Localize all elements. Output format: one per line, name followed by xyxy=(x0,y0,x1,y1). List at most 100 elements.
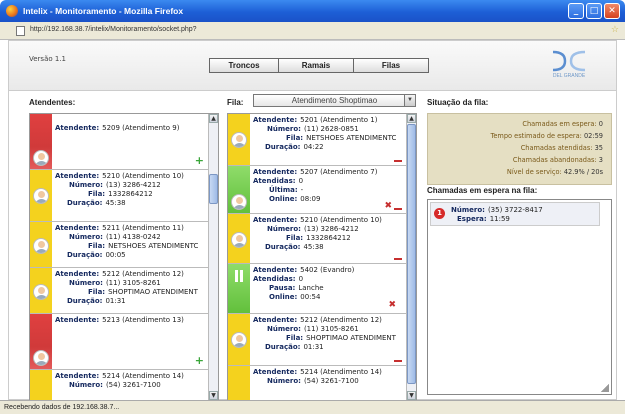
chevron-down-icon[interactable]: ▼ xyxy=(404,95,415,106)
stat-row: Tempo estimado de espera: 02:59 xyxy=(490,132,603,140)
scroll-up-icon[interactable]: ▲ xyxy=(407,114,416,123)
atendente-label: Atendente: xyxy=(55,316,100,324)
atendente-label: Atendente: xyxy=(253,266,298,274)
fila-scrollbar[interactable]: ▲ ▼ xyxy=(406,114,416,400)
ultima-label: Última: xyxy=(269,186,298,194)
fila-value: SHOPTIMAO ATENDIMENT xyxy=(306,334,396,342)
numero-value: (11) 3105-8261 xyxy=(105,279,161,287)
url-text[interactable]: http://192.168.38.7/intelix/Monitorament… xyxy=(30,26,197,33)
duracao-label: Duração: xyxy=(67,297,103,305)
numero-value: (11) 3105-8261 xyxy=(303,325,359,333)
atendente-label: Atendente: xyxy=(55,224,100,232)
bookmark-star-icon[interactable]: ☆ xyxy=(611,25,619,35)
remove-icon[interactable] xyxy=(394,360,402,362)
fila-value: NETSHOES ATENDIMENTC xyxy=(108,242,199,250)
stat-label: Chamadas em espera: xyxy=(522,120,597,128)
atendente-value: 5201 (Atendimento 1) xyxy=(300,116,378,124)
numero-value: (13) 3286-4212 xyxy=(303,225,359,233)
close-button[interactable]: ✕ xyxy=(604,3,620,19)
fila-value: NETSHOES ATENDIMENTC xyxy=(306,134,397,142)
duracao-label: Duração: xyxy=(67,199,103,207)
status-strip xyxy=(228,366,250,400)
stat-value: 02:59 xyxy=(583,132,603,140)
headset-avatar xyxy=(231,132,247,148)
fila-select[interactable]: Atendimento Shoptimao ▼ xyxy=(253,94,416,107)
atendente-label: Atendente: xyxy=(253,168,298,176)
pausa-label: Pausa: xyxy=(269,284,296,292)
atendente-value: 5210 (Atendimento 10) xyxy=(102,172,184,180)
espera-label: Espera: xyxy=(457,215,487,223)
stat-value: 0 xyxy=(598,120,603,128)
fila-panel[interactable]: Atendente: 5201 (Atendimento 1) Número: (1… xyxy=(227,113,417,401)
agent-card: Atendente: 5211 (Atendimento 11) Número:(… xyxy=(30,222,218,268)
atendente-label: Atendente: xyxy=(55,124,100,132)
firefox-icon xyxy=(6,5,18,17)
headset-avatar xyxy=(231,332,247,348)
scroll-down-icon[interactable]: ▼ xyxy=(407,391,416,400)
stat-row: Nível de serviço: 42.9% / 20s xyxy=(507,168,603,176)
online-label: Online: xyxy=(269,293,298,301)
atendidas-value: 0 xyxy=(298,275,304,283)
scroll-thumb[interactable] xyxy=(209,174,218,204)
queue-agent-card: Atendente: 5214 (Atendimento 14) Número:(… xyxy=(228,366,416,400)
stat-label: Chamadas abandonadas: xyxy=(512,156,597,164)
numero-value: (11) 2628-0851 xyxy=(303,125,359,133)
duracao-value: 04:22 xyxy=(303,143,324,151)
minimize-button[interactable]: _ xyxy=(568,3,584,19)
queue-agent-card: Atendente: 5212 (Atendimento 12) Número:(… xyxy=(228,314,416,366)
agent-card: Atendente: 5212 (Atendimento 12) Número:(… xyxy=(30,268,218,314)
numero-value: (54) 3261-7100 xyxy=(105,381,161,389)
waiting-calls-panel[interactable]: 1 Número: (35) 3722-8417 Espera: 11:59 xyxy=(427,199,612,395)
waiting-call-item[interactable]: 1 Número: (35) 3722-8417 Espera: 11:59 xyxy=(430,202,600,226)
close-icon[interactable]: ✖ xyxy=(388,300,396,310)
resize-grip-icon[interactable] xyxy=(601,384,609,392)
atendidas-label: Atendidas: xyxy=(253,275,296,283)
atendidas-label: Atendidas: xyxy=(253,177,296,185)
stat-label: Chamadas atendidas: xyxy=(520,144,593,152)
status-bar: Recebendo dados de 192.168.38.7... xyxy=(0,400,625,414)
atendentes-scrollbar[interactable]: ▲ ▼ xyxy=(208,114,218,400)
numero-label: Número: xyxy=(267,125,301,133)
monitor-app: Versão 1.1 Troncos Ramais Filas DEL GRAN… xyxy=(8,40,617,401)
duracao-label: Duração: xyxy=(265,143,301,151)
stat-value: 3 xyxy=(598,156,603,164)
duracao-value: 01:31 xyxy=(303,343,324,351)
atendentes-panel[interactable]: Atendente: 5209 (Atendimento 9) + Atenden… xyxy=(29,113,219,401)
fila-row-label: Fila: xyxy=(88,242,106,250)
numero-value: (13) 3286-4212 xyxy=(105,181,161,189)
scroll-up-icon[interactable]: ▲ xyxy=(209,114,218,123)
headset-avatar xyxy=(33,188,49,204)
maximize-button[interactable]: □ xyxy=(586,3,602,19)
numero-label: Número: xyxy=(267,325,301,333)
close-icon[interactable]: ✖ xyxy=(384,201,392,211)
atendente-value: 5210 (Atendimento 10) xyxy=(300,216,382,224)
add-icon[interactable]: + xyxy=(195,354,204,367)
atendente-label: Atendente: xyxy=(55,372,100,380)
scroll-down-icon[interactable]: ▼ xyxy=(209,391,218,400)
duracao-value: 45:38 xyxy=(105,199,126,207)
atendente-value: 5209 (Atendimento 9) xyxy=(102,124,180,132)
numero-value: (35) 3722-8417 xyxy=(487,206,543,214)
atendente-label: Atendente: xyxy=(253,116,298,124)
window-title: Intelix - Monitoramento - Mozilla Firefo… xyxy=(23,6,184,16)
scroll-thumb[interactable] xyxy=(407,124,416,384)
remove-icon[interactable] xyxy=(394,258,402,260)
stat-value: 42.9% / 20s xyxy=(563,168,603,176)
tab-ramais[interactable]: Ramais xyxy=(278,58,354,73)
duracao-label: Duração: xyxy=(265,243,301,251)
situacao-title: Situação da fila: xyxy=(427,98,489,107)
tab-troncos[interactable]: Troncos xyxy=(209,58,279,73)
remove-icon[interactable] xyxy=(394,208,402,210)
remove-icon[interactable] xyxy=(394,160,402,162)
avatar xyxy=(33,150,49,166)
atendente-label: Atendente: xyxy=(55,270,100,278)
tab-filas[interactable]: Filas xyxy=(353,58,429,73)
fila-selected-value: Atendimento Shoptimao xyxy=(291,96,378,105)
numero-label: Número: xyxy=(69,181,103,189)
atendente-label: Atendente: xyxy=(253,368,298,376)
headset-avatar xyxy=(33,238,49,254)
pause-icon xyxy=(233,270,245,282)
ultima-value: - xyxy=(300,186,304,194)
address-bar[interactable]: http://192.168.38.7/intelix/Monitorament… xyxy=(0,22,625,40)
add-icon[interactable]: + xyxy=(195,154,204,167)
